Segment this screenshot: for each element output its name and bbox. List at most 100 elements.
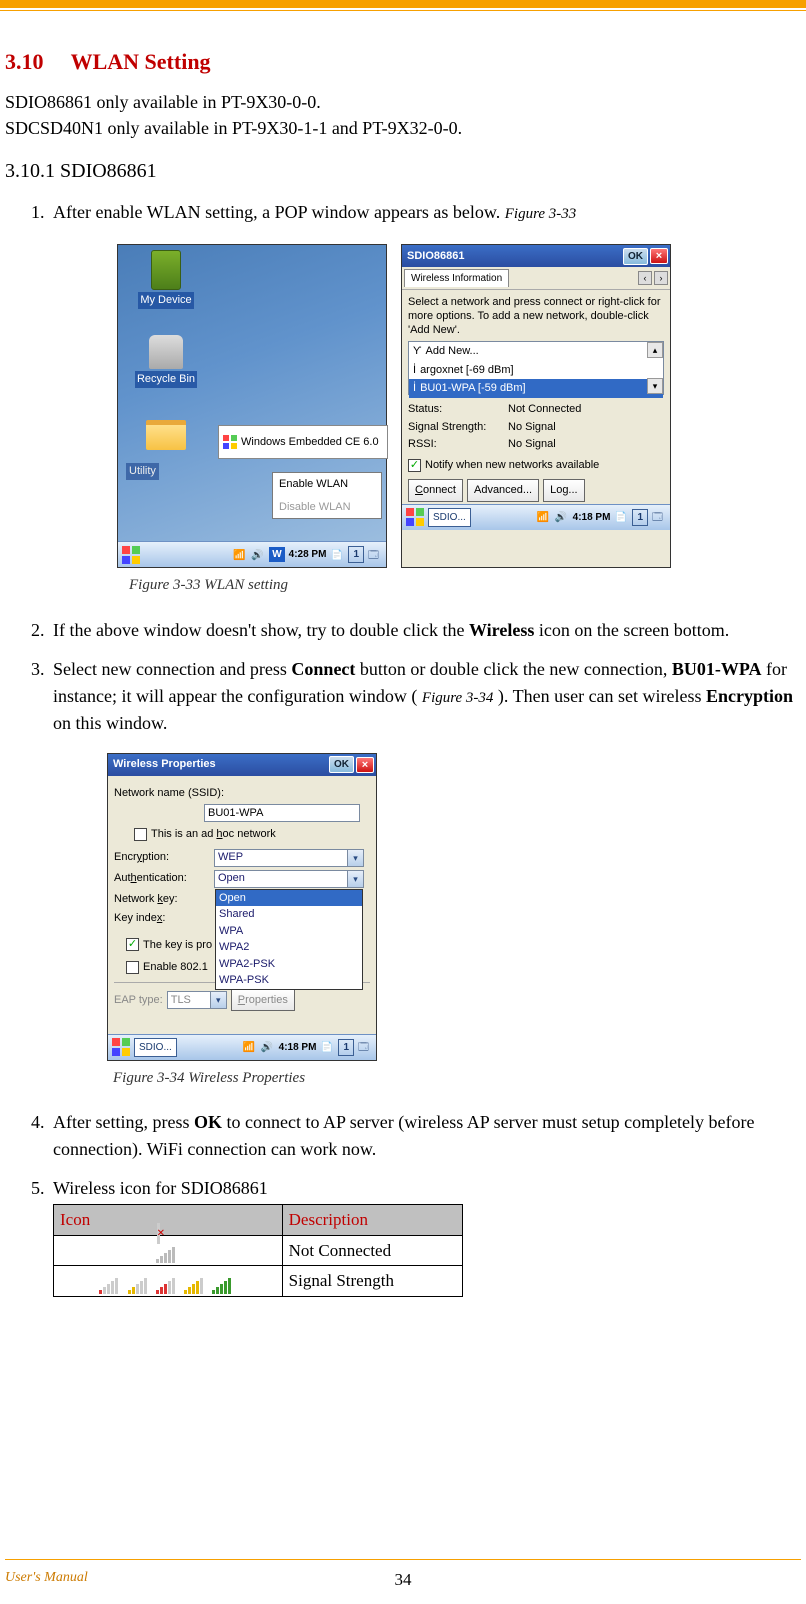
my-device-label: My Device [138,292,193,309]
windows-flag-icon [223,435,237,449]
wlan-context-menu: Enable WLAN Disable WLAN [272,472,382,519]
header-thin-line [0,10,806,11]
desktop-my-device[interactable]: My Device [126,250,206,309]
auth-option-wpa2[interactable]: WPA2 [216,939,362,956]
tray-show-desktop-icon[interactable]: 🗔 [652,510,666,524]
listbox-scroll-down[interactable]: ▾ [647,378,663,394]
enable-8021x-checkbox[interactable] [126,961,139,974]
eap-type-select: TLS ▾ [167,991,227,1009]
props-close-button[interactable]: × [356,757,374,773]
wince-desktop[interactable]: My Device Recycle Bin Utility Windows [118,245,386,541]
tray-num[interactable]: 1 [348,546,364,563]
auth-option-wpa[interactable]: WPA [216,923,362,940]
tray-note-icon[interactable]: 📄 [614,510,628,524]
authentication-select[interactable]: Open ▾ Open Shared WPA WPA2 WPA2-PSK WPA… [214,870,364,888]
page-number: 34 [395,1568,412,1592]
tray-num[interactable]: 1 [632,509,648,526]
advanced-button[interactable]: Advanced... [467,479,539,502]
device-icon [151,250,181,290]
table-header-description: Description [282,1205,462,1236]
encryption-value: WEP [218,849,243,866]
network-argoxnet[interactable]: İargoxnet [-69 dBm] [409,361,663,380]
status-label: Status: [408,401,508,418]
page-footer: User's Manual 34 User's Manual [0,1559,806,1592]
tray-wifi-icon[interactable]: 📶 [243,1040,257,1054]
titlebar-ok-button[interactable]: OK [623,248,648,265]
availability-line1: SDIO86861 only available in PT-9X30-0-0. [5,90,801,115]
encryption-select[interactable]: WEP ▾ [214,849,364,867]
encryption-label: Encryption: [114,849,210,866]
desktop-taskbar[interactable]: 📶 🔊 W 4:28 PM 📄 1 🗔 [118,541,386,567]
auth-option-wpa-psk[interactable]: WPA-PSK [216,972,362,989]
tray-network-icon[interactable]: 📶 [233,548,247,562]
tray-note-icon[interactable]: 📄 [330,548,344,562]
step5-text: Wireless icon for SDIO86861 [53,1178,268,1198]
tray-show-desktop-icon[interactable]: 🗔 [368,548,382,562]
utility-label: Utility [126,463,159,480]
taskbar-sdio-button[interactable]: SDIO... [134,1038,177,1057]
signal-strength-desc: Signal Strength [282,1266,462,1297]
notify-checkbox[interactable]: ✓ [408,459,421,472]
key-auto-checkbox[interactable]: ✓ [126,938,139,951]
connect-button[interactable]: Connect [408,479,463,502]
network-listbox[interactable]: ƳAdd New... İargoxnet [-69 dBm] İBU01-WP… [408,341,664,395]
adhoc-checkbox-row[interactable]: This is an ad hoc network [114,826,370,843]
wince-logo: Windows Embedded CE 6.0 [218,425,388,459]
log-button[interactable]: Log... [543,479,585,502]
taskbar-sdio-button[interactable]: SDIO... [428,508,471,527]
recycle-bin-label: Recycle Bin [135,371,197,388]
tray-num[interactable]: 1 [338,1039,354,1056]
wireless-dialog-body: Select a network and press connect or ri… [402,290,670,504]
auth-option-open[interactable]: Open [216,890,362,907]
wireless-properties-dialog: Wireless Properties OK × Network name (S… [107,753,377,1061]
authentication-label: Authentication: [114,870,210,887]
tray-note-icon[interactable]: 📄 [320,1040,334,1054]
start-icon[interactable] [122,546,140,564]
adhoc-checkbox[interactable] [134,828,147,841]
wince-desktop-window: My Device Recycle Bin Utility Windows [117,244,387,568]
table-row: × Not Connected [54,1235,463,1266]
step3-b: Connect [291,659,355,679]
tray-w-icon[interactable]: W [269,547,284,562]
steps-list: After enable WLAN setting, a POP window … [5,199,801,1297]
notify-checkbox-row[interactable]: ✓ Notify when new networks available [408,457,664,474]
menu-disable-wlan: Disable WLAN [273,496,381,519]
tray-volume-icon[interactable]: 🔊 [555,510,569,524]
tray-wifi-icon[interactable]: 📶 [537,510,551,524]
props-taskbar[interactable]: SDIO... 📶 🔊 4:18 PM 📄 1 🗔 [108,1034,376,1060]
tab-scroll-right[interactable]: › [654,271,668,285]
auth-option-shared[interactable]: Shared [216,906,362,923]
eap-properties-button: Properties [231,989,295,1012]
network-bu01-wpa[interactable]: İBU01-WPA [-59 dBm] [409,379,663,398]
listbox-scroll-up[interactable]: ▴ [647,342,663,358]
step2-c: icon on the screen bottom. [539,620,729,640]
ssid-input[interactable]: BU01-WPA [204,804,360,822]
antenna-icon: İ [413,362,416,379]
network-add-new[interactable]: ƳAdd New... [409,342,663,361]
not-connected-icon: × [156,1238,176,1264]
start-icon[interactable] [406,508,424,526]
sdio-wireless-dialog: SDIO86861 OK × Wireless Information ‹ › … [401,244,671,568]
auth-option-wpa2-psk[interactable]: WPA2-PSK [216,956,362,973]
start-icon[interactable] [112,1038,130,1056]
enable-8021x-label: Enable 802.1 [143,959,208,976]
props-ok-button[interactable]: OK [329,756,354,773]
menu-enable-wlan[interactable]: Enable WLAN [273,473,381,496]
props-titlebar[interactable]: Wireless Properties OK × [108,754,376,776]
desktop-utility[interactable] [126,420,206,450]
wireless-taskbar[interactable]: SDIO... 📶 🔊 4:18 PM 📄 1 🗔 [402,504,670,530]
wireless-status-grid: Status: Not Connected Signal Strength: N… [408,401,664,453]
tray-show-desktop-icon[interactable]: 🗔 [358,1040,372,1054]
wireless-button-row: Connect Advanced... Log... [408,479,664,502]
wireless-titlebar[interactable]: SDIO86861 OK × [402,245,670,267]
authentication-dropdown[interactable]: Open Shared WPA WPA2 WPA2-PSK WPA-PSK [215,889,363,990]
section-heading: 3.10 WLAN Setting [5,47,801,78]
tab-wireless-information[interactable]: Wireless Information [404,269,509,287]
tab-scroll-left[interactable]: ‹ [638,271,652,285]
tray-volume-icon[interactable]: 🔊 [261,1040,275,1054]
wince-logo-text: Windows Embedded CE 6.0 [241,434,379,451]
titlebar-close-button[interactable]: × [650,248,668,264]
desktop-recycle-bin[interactable]: Recycle Bin [126,335,206,388]
argoxnet-label: argoxnet [-69 dBm] [420,362,514,379]
tray-volume-icon[interactable]: 🔊 [251,548,265,562]
